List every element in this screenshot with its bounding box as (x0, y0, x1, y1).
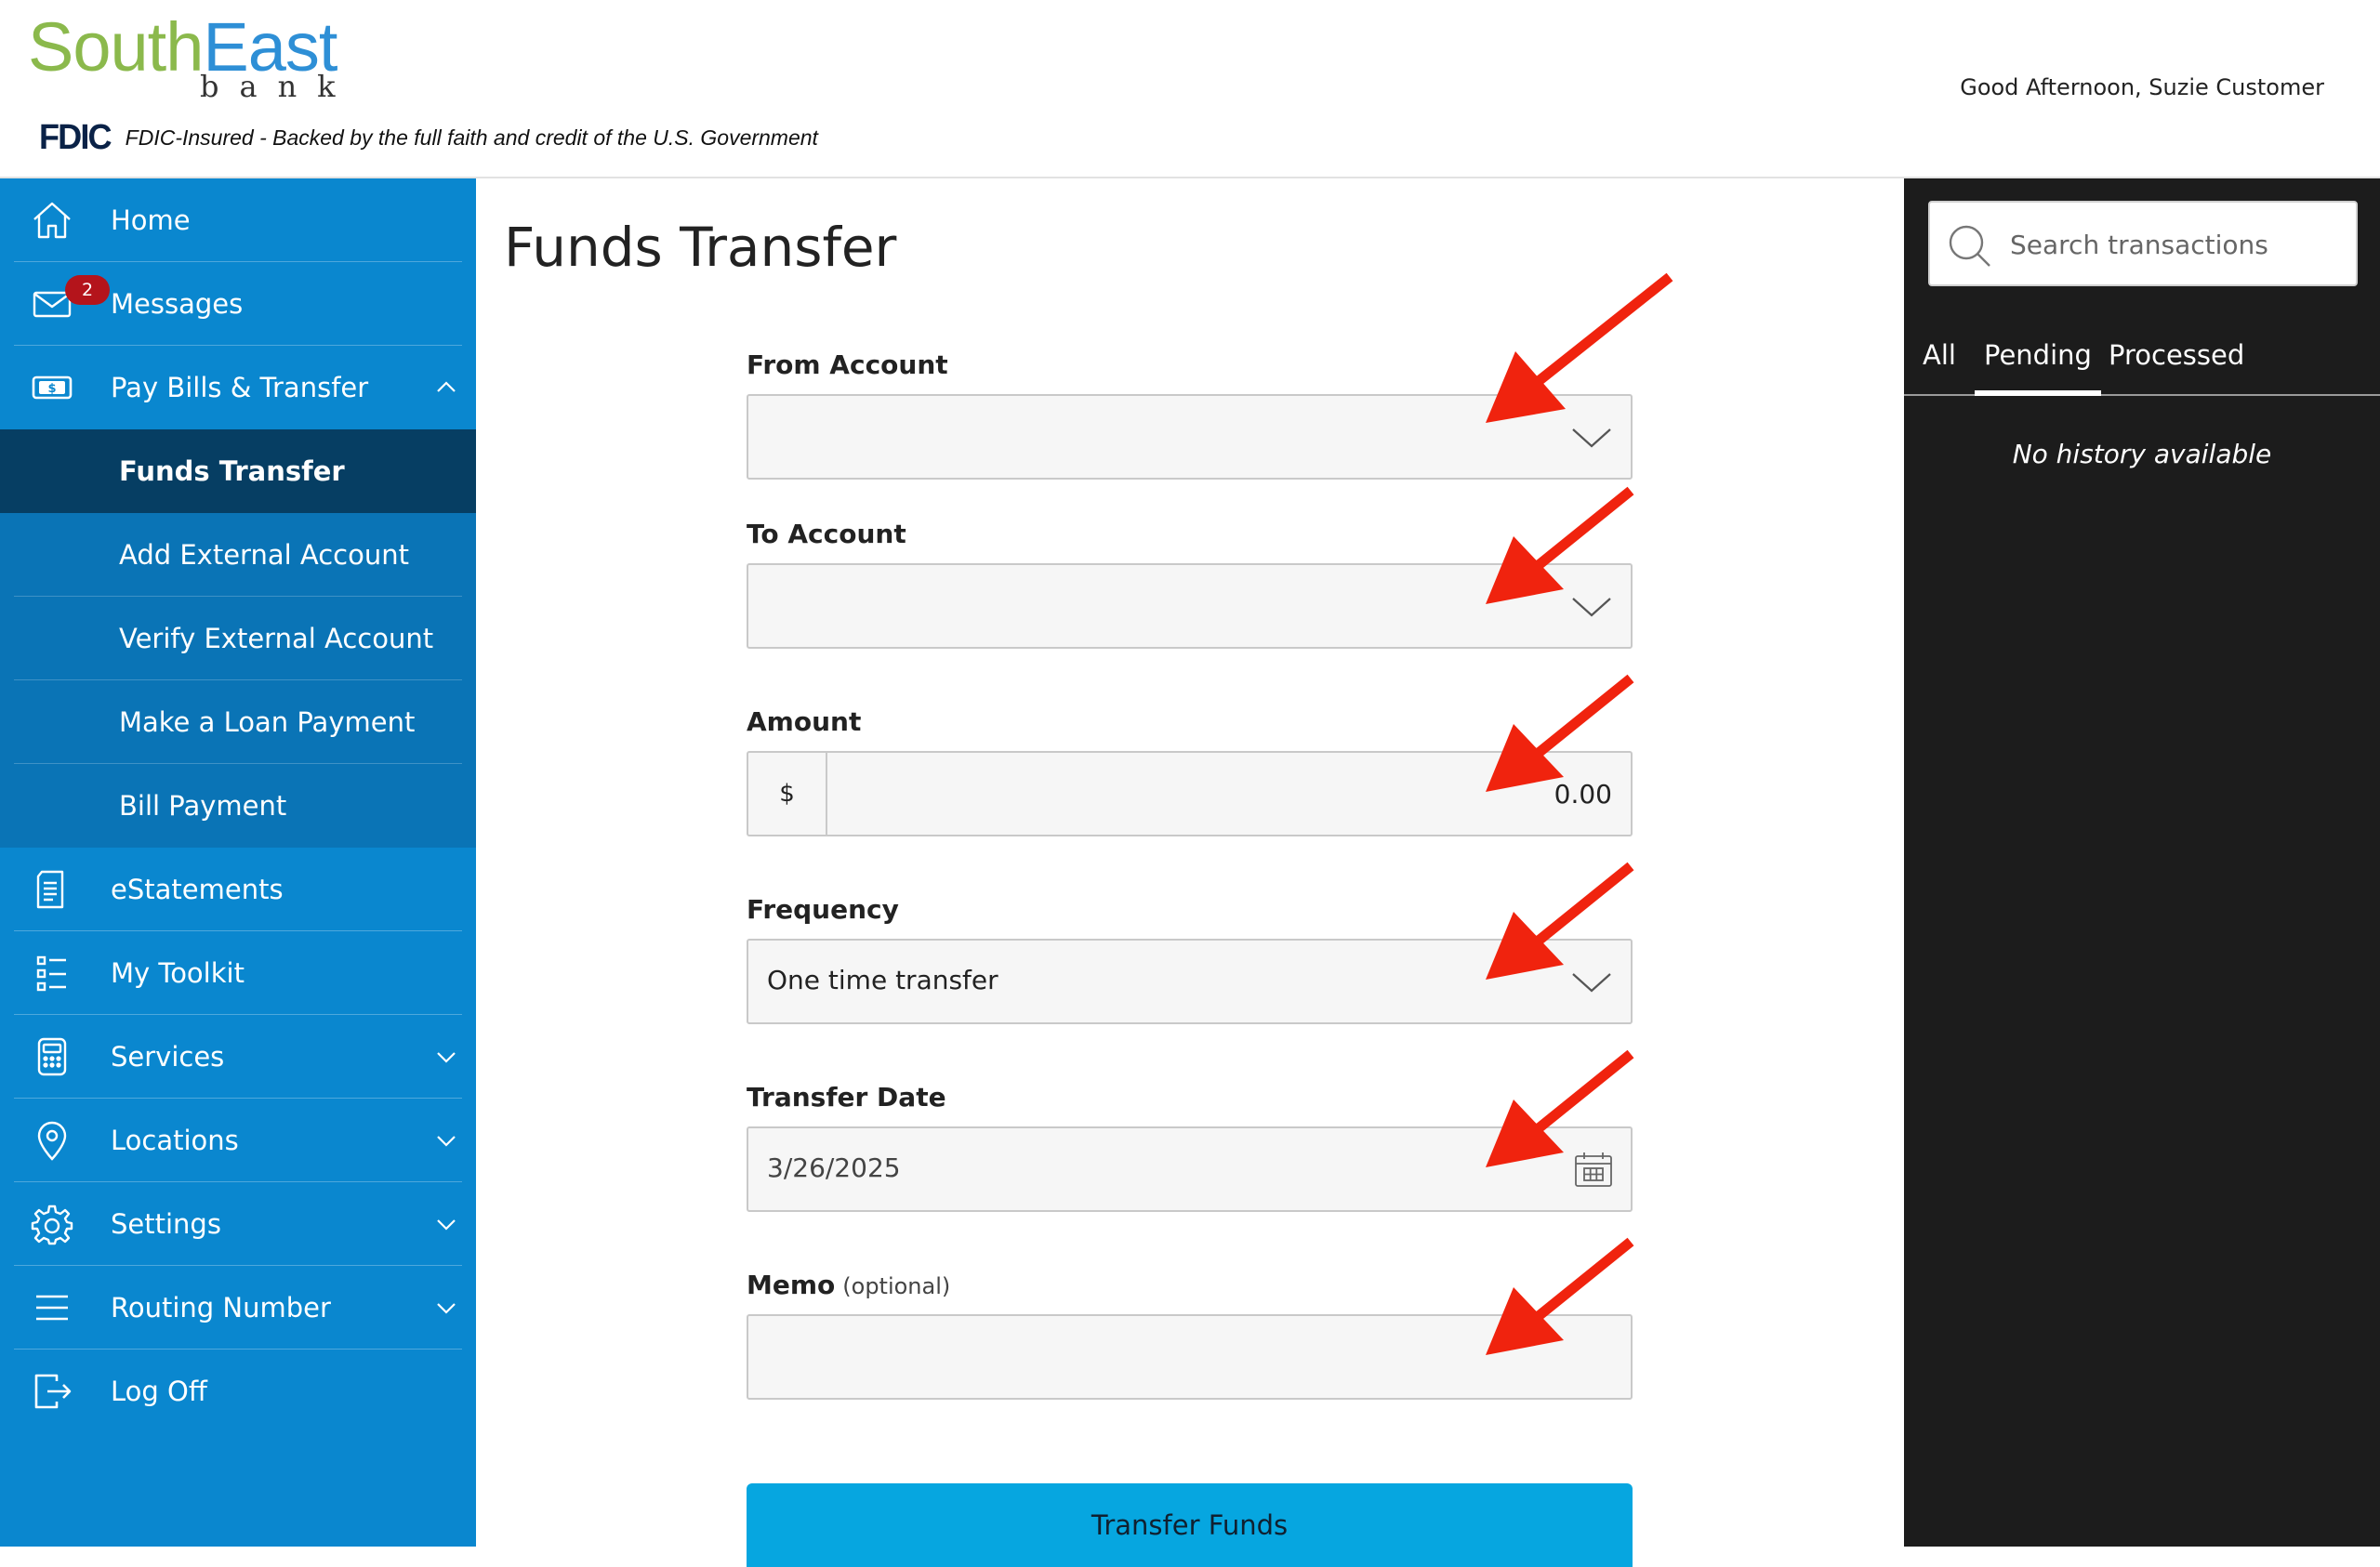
submenu-item-funds-transfer[interactable]: Funds Transfer (0, 429, 476, 513)
submenu-item-label: Add External Account (119, 538, 409, 571)
sidebar-item-label: eStatements (111, 873, 284, 905)
memo-optional-hint: (optional) (842, 1273, 951, 1299)
sidebar-item-label: Pay Bills & Transfer (111, 372, 369, 403)
location-pin-icon (37, 1121, 67, 1161)
transaction-search[interactable] (1928, 201, 2358, 286)
tab-processed[interactable]: Processed (2109, 327, 2244, 396)
sidebar-item-estatements[interactable]: eStatements (14, 848, 462, 931)
sidebar-item-label: Home (111, 204, 191, 236)
logout-icon (34, 1374, 72, 1409)
submenu-item-add-external-account[interactable]: Add External Account (14, 513, 462, 597)
greeting: Good Afternoon, Suzie Customer (1960, 74, 2324, 100)
currency-symbol: $ (748, 753, 827, 835)
sidebar-item-pay-bills-transfer[interactable]: $ Pay Bills & Transfer (14, 346, 462, 429)
sidebar-item-routing-number[interactable]: Routing Number (14, 1266, 462, 1350)
history-tabs: All Pending Processed (1904, 327, 2380, 396)
transfer-date-value: 3/26/2025 (767, 1152, 901, 1183)
money-icon: $ (32, 375, 73, 400)
to-account-label: To Account (747, 519, 906, 549)
home-icon (33, 202, 71, 239)
chevron-down-icon[interactable] (434, 1128, 458, 1152)
sidebar-item-services[interactable]: Services (14, 1015, 462, 1099)
submenu-item-make-loan-payment[interactable]: Make a Loan Payment (14, 680, 462, 764)
annotation-arrow-icon (1486, 1049, 1634, 1167)
transfer-date-label: Transfer Date (747, 1082, 946, 1113)
memo-label: Memo (optional) (747, 1270, 950, 1300)
sidebar-item-my-toolkit[interactable]: My Toolkit (14, 931, 462, 1015)
sidebar-nav: Home Messages 2 $ Pay Bills & Transfer F… (0, 178, 476, 1547)
submenu-item-label: Bill Payment (119, 790, 287, 822)
annotation-arrow-icon (1486, 674, 1634, 792)
empty-history-message: No history available (2012, 439, 2272, 469)
amount-label: Amount (747, 706, 862, 737)
submenu-item-verify-external-account[interactable]: Verify External Account (14, 597, 462, 680)
tab-pending[interactable]: Pending (1975, 327, 2101, 396)
memo-label-text: Memo (747, 1270, 836, 1300)
funds-transfer-form: Funds Transfer From Account To Account A… (476, 178, 1904, 1567)
chevron-down-icon[interactable] (434, 1212, 458, 1236)
annotation-arrow-icon (1486, 862, 1634, 980)
fdic-logo: FDIC (39, 117, 112, 157)
annotation-arrow-icon (1486, 272, 1673, 423)
search-icon (1949, 225, 1990, 267)
document-icon (36, 870, 64, 909)
sidebar-item-label: Routing Number (111, 1291, 331, 1323)
sidebar-item-home[interactable]: Home (14, 178, 462, 262)
pay-bills-submenu: Funds Transfer Add External Account Veri… (0, 429, 476, 848)
sidebar-item-label: Services (111, 1040, 225, 1073)
chevron-down-icon[interactable] (434, 1045, 458, 1069)
chevron-up-icon[interactable] (434, 375, 458, 400)
search-input[interactable] (2010, 221, 2335, 268)
svg-text:$: $ (47, 382, 56, 396)
sidebar-item-label: Settings (111, 1207, 221, 1240)
from-account-label: From Account (747, 349, 948, 380)
list-icon (36, 955, 66, 992)
submenu-item-label: Make a Loan Payment (119, 705, 416, 738)
frequency-label: Frequency (747, 894, 899, 925)
transaction-history-panel: All Pending Processed No history availab… (1904, 178, 2380, 1547)
chevron-down-icon[interactable] (434, 1296, 458, 1320)
fdic-notice: FDIC FDIC-Insured - Backed by the full f… (37, 117, 818, 157)
submenu-item-label: Funds Transfer (119, 455, 345, 487)
logo-south-text: South (28, 8, 204, 86)
tab-all[interactable]: All (1923, 327, 1956, 396)
fdic-text: FDIC-Insured - Backed by the full faith … (125, 125, 818, 150)
menu-lines-icon (36, 1295, 68, 1321)
sidebar-item-label: Locations (111, 1124, 239, 1156)
sidebar-item-log-off[interactable]: Log Off (14, 1350, 462, 1433)
logo-bank-text: bank (200, 69, 356, 104)
annotation-arrow-icon (1486, 486, 1634, 604)
annotation-arrow-icon (1486, 1237, 1634, 1355)
gear-icon (31, 1205, 73, 1245)
frequency-value: One time transfer (767, 965, 998, 995)
header: SouthEast bank FDIC FDIC-Insured - Backe… (0, 0, 2380, 178)
sidebar-item-label: My Toolkit (111, 956, 245, 989)
calculator-icon (37, 1037, 67, 1076)
sidebar-item-label: Messages (111, 287, 244, 320)
sidebar-item-label: Log Off (111, 1376, 207, 1407)
page-title: Funds Transfer (504, 216, 897, 279)
unread-count-badge: 2 (65, 275, 110, 305)
submenu-item-bill-payment[interactable]: Bill Payment (14, 764, 462, 848)
sidebar-item-settings[interactable]: Settings (14, 1182, 462, 1266)
sidebar-item-locations[interactable]: Locations (14, 1099, 462, 1182)
submenu-item-label: Verify External Account (119, 622, 434, 654)
transfer-funds-button[interactable]: Transfer Funds (747, 1483, 1633, 1567)
